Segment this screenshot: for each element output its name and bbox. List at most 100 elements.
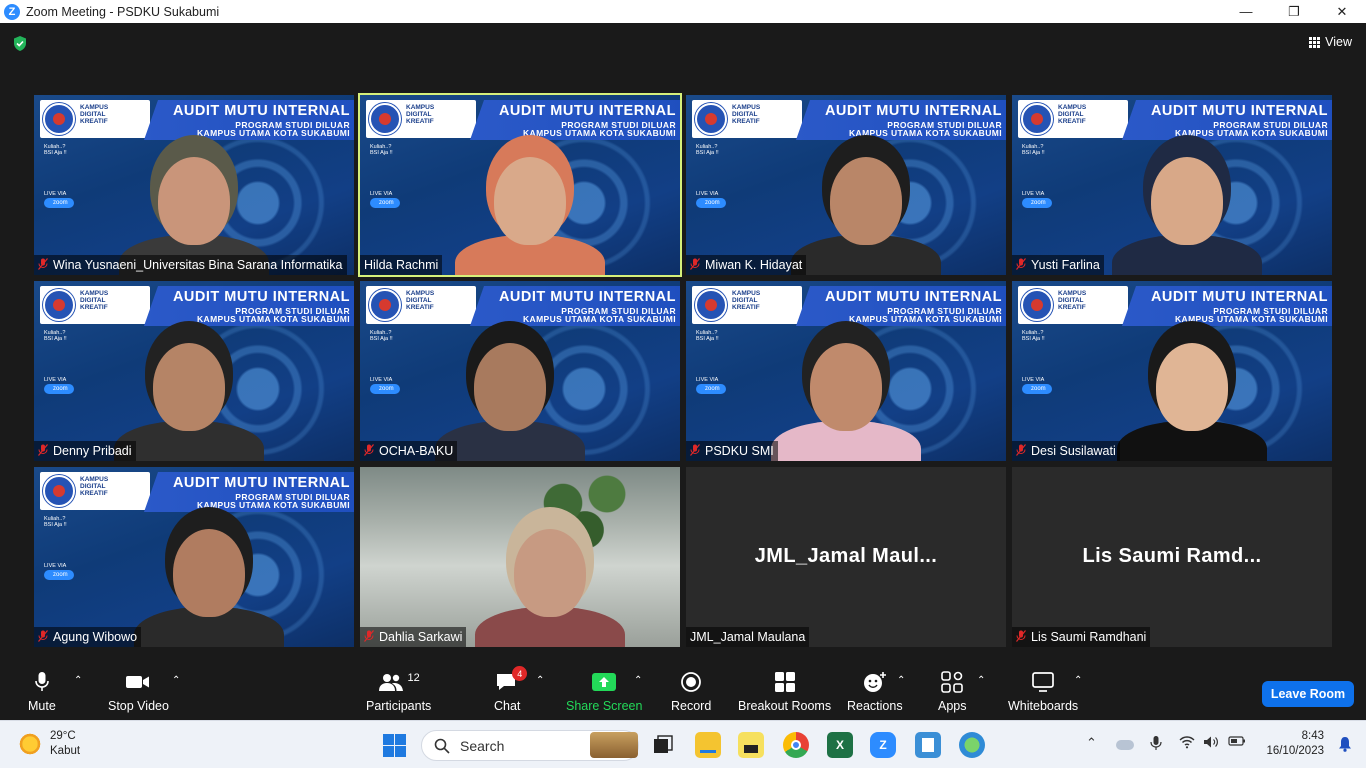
close-button[interactable]: ✕ bbox=[1318, 0, 1366, 23]
minimize-button[interactable]: — bbox=[1222, 0, 1270, 23]
notepad-icon[interactable] bbox=[915, 732, 941, 758]
cloud-icon[interactable] bbox=[1116, 740, 1134, 750]
participant-name: Agung Wibowo bbox=[53, 630, 138, 644]
participant-display-name: JML_Jamal Maul... bbox=[754, 545, 938, 567]
battery-icon[interactable] bbox=[1228, 735, 1246, 750]
participants-label: Participants bbox=[366, 699, 432, 713]
participant-tile[interactable]: KAMPUS DIGITAL KREATIF AUDIT MUTU INTERN… bbox=[1012, 95, 1332, 275]
reactions-button[interactable]: Reactions bbox=[847, 670, 903, 713]
mute-button[interactable]: Mute bbox=[28, 670, 56, 713]
participant-tile[interactable]: KAMPUS DIGITAL KREATIF AUDIT MUTU INTERN… bbox=[686, 95, 1006, 275]
breakout-rooms-icon bbox=[774, 670, 796, 694]
participant-name-tag: Desi Susilawati bbox=[1012, 441, 1120, 461]
breakout-rooms-button[interactable]: Breakout Rooms bbox=[738, 670, 831, 713]
sticky-notes-icon[interactable] bbox=[738, 732, 764, 758]
participant-tile[interactable]: Lis Saumi Ramd... Lis Saumi Ramdhani bbox=[1012, 467, 1332, 647]
participant-name-tag: Miwan K. Hidayat bbox=[686, 255, 807, 275]
meeting-toolbar: Mute ⌃ Stop Video ⌃ 12 Participants 4 Ch… bbox=[0, 660, 1366, 720]
muted-microphone-icon bbox=[38, 443, 48, 459]
mute-options-chevron-icon[interactable]: ⌃ bbox=[74, 675, 82, 686]
participant-name: Lis Saumi Ramdhani bbox=[1031, 630, 1147, 644]
apps-label: Apps bbox=[938, 699, 967, 713]
participant-face bbox=[514, 529, 586, 617]
participant-tile[interactable]: KAMPUS DIGITAL KREATIF AUDIT MUTU INTERN… bbox=[34, 467, 354, 647]
whiteboards-button[interactable]: Whiteboards bbox=[1008, 670, 1078, 713]
participant-tile[interactable]: JML_Jamal Maul... JML_Jamal Maulana bbox=[686, 467, 1006, 647]
participant-tile[interactable]: KAMPUS DIGITAL KREATIF AUDIT MUTU INTERN… bbox=[34, 95, 354, 275]
weather-fog-icon bbox=[18, 732, 42, 756]
participant-name: Denny Pribadi bbox=[53, 444, 132, 458]
task-view-icon[interactable] bbox=[650, 732, 676, 758]
whiteboard-icon bbox=[1031, 670, 1055, 694]
video-camera-icon bbox=[125, 670, 151, 694]
apps-options-chevron-icon[interactable]: ⌃ bbox=[977, 675, 985, 686]
show-hidden-icons-chevron-icon[interactable]: ⌃ bbox=[1086, 735, 1097, 751]
leave-room-button[interactable]: Leave Room bbox=[1262, 681, 1354, 707]
file-explorer-icon[interactable] bbox=[695, 732, 721, 758]
participant-face bbox=[1151, 157, 1223, 245]
wifi-icon[interactable] bbox=[1179, 735, 1195, 752]
participant-display-name: Lis Saumi Ramd... bbox=[1082, 545, 1262, 567]
zoom-logo-icon: Z bbox=[4, 3, 20, 20]
notification-bell-icon[interactable] bbox=[1338, 736, 1352, 752]
share-screen-button[interactable]: Share Screen bbox=[566, 670, 642, 713]
participants-button[interactable]: 12 Participants bbox=[366, 670, 431, 713]
stop-video-button[interactable]: Stop Video bbox=[108, 670, 169, 713]
apps-button[interactable]: Apps bbox=[938, 670, 967, 713]
maps-icon[interactable] bbox=[959, 732, 985, 758]
participant-face bbox=[474, 343, 546, 431]
volume-icon[interactable] bbox=[1203, 735, 1219, 752]
share-options-chevron-icon[interactable]: ⌃ bbox=[634, 675, 642, 686]
record-icon bbox=[680, 670, 702, 694]
window-title: Zoom Meeting - PSDKU Sukabumi bbox=[26, 4, 220, 19]
zoom-app-icon[interactable]: Z bbox=[870, 732, 896, 758]
participant-tile[interactable]: KAMPUS DIGITAL KREATIF AUDIT MUTU INTERN… bbox=[686, 281, 1006, 461]
mute-label: Mute bbox=[28, 699, 56, 713]
weather-condition: Kabut bbox=[50, 745, 81, 757]
participant-tile[interactable]: KAMPUS DIGITAL KREATIF AUDIT MUTU INTERN… bbox=[360, 281, 680, 461]
taskbar-clock[interactable]: 8:43 16/10/2023 bbox=[1266, 729, 1324, 759]
microphone-tray-icon[interactable] bbox=[1150, 735, 1162, 754]
chat-button[interactable]: 4 Chat bbox=[494, 666, 528, 713]
video-options-chevron-icon[interactable]: ⌃ bbox=[172, 675, 180, 686]
participant-tile[interactable]: KAMPUS DIGITAL KREATIF AUDIT MUTU INTERN… bbox=[358, 93, 682, 277]
participant-face bbox=[1156, 343, 1228, 431]
windows-taskbar: 29°C Kabut Search X Z ⌃ 8:43 16/10/2023 bbox=[0, 720, 1366, 768]
reactions-options-chevron-icon[interactable]: ⌃ bbox=[897, 675, 905, 686]
participant-video-feed bbox=[686, 95, 1006, 275]
apps-icon bbox=[941, 670, 964, 694]
shield-icon[interactable] bbox=[12, 35, 28, 52]
participant-tile[interactable]: KAMPUS DIGITAL KREATIF AUDIT MUTU INTERN… bbox=[1012, 281, 1332, 461]
participant-video-feed bbox=[34, 95, 354, 275]
participant-name-tag: OCHA-BAKU bbox=[360, 441, 458, 461]
share-screen-icon bbox=[592, 670, 617, 694]
stop-video-label: Stop Video bbox=[108, 699, 169, 713]
muted-microphone-icon bbox=[1016, 443, 1026, 459]
search-highlight-icon bbox=[590, 732, 638, 758]
participant-video-feed bbox=[360, 95, 680, 275]
chrome-icon[interactable] bbox=[783, 732, 809, 758]
excel-icon[interactable]: X bbox=[827, 732, 853, 758]
participant-tile[interactable]: Dahlia Sarkawi bbox=[360, 467, 680, 647]
participant-name-tag: Hilda Rachmi bbox=[360, 255, 443, 275]
participant-name-tag: Yusti Farlina bbox=[1012, 255, 1104, 275]
maximize-button[interactable]: ❐ bbox=[1270, 0, 1318, 23]
participant-video-feed bbox=[360, 467, 680, 647]
view-button[interactable]: View bbox=[1309, 35, 1352, 49]
participant-face bbox=[153, 343, 225, 431]
participant-name-tag: PSDKU SMI bbox=[686, 441, 778, 461]
weather-temperature: 29°C bbox=[50, 730, 76, 742]
whiteboards-options-chevron-icon[interactable]: ⌃ bbox=[1074, 675, 1082, 686]
participant-name-tag: Denny Pribadi bbox=[34, 441, 136, 461]
chat-options-chevron-icon[interactable]: ⌃ bbox=[536, 675, 544, 686]
participant-name: Dahlia Sarkawi bbox=[379, 630, 463, 644]
participant-video-feed bbox=[1012, 95, 1332, 275]
muted-microphone-icon bbox=[38, 629, 48, 645]
window-titlebar: Z Zoom Meeting - PSDKU Sukabumi — ❐ ✕ bbox=[0, 0, 1366, 23]
muted-microphone-icon bbox=[1016, 257, 1026, 273]
whiteboards-label: Whiteboards bbox=[1008, 699, 1079, 713]
record-button[interactable]: Record bbox=[671, 670, 711, 713]
participant-tile[interactable]: KAMPUS DIGITAL KREATIF AUDIT MUTU INTERN… bbox=[34, 281, 354, 461]
weather-widget[interactable]: 29°C Kabut bbox=[18, 729, 80, 759]
windows-start-icon[interactable] bbox=[383, 734, 406, 757]
